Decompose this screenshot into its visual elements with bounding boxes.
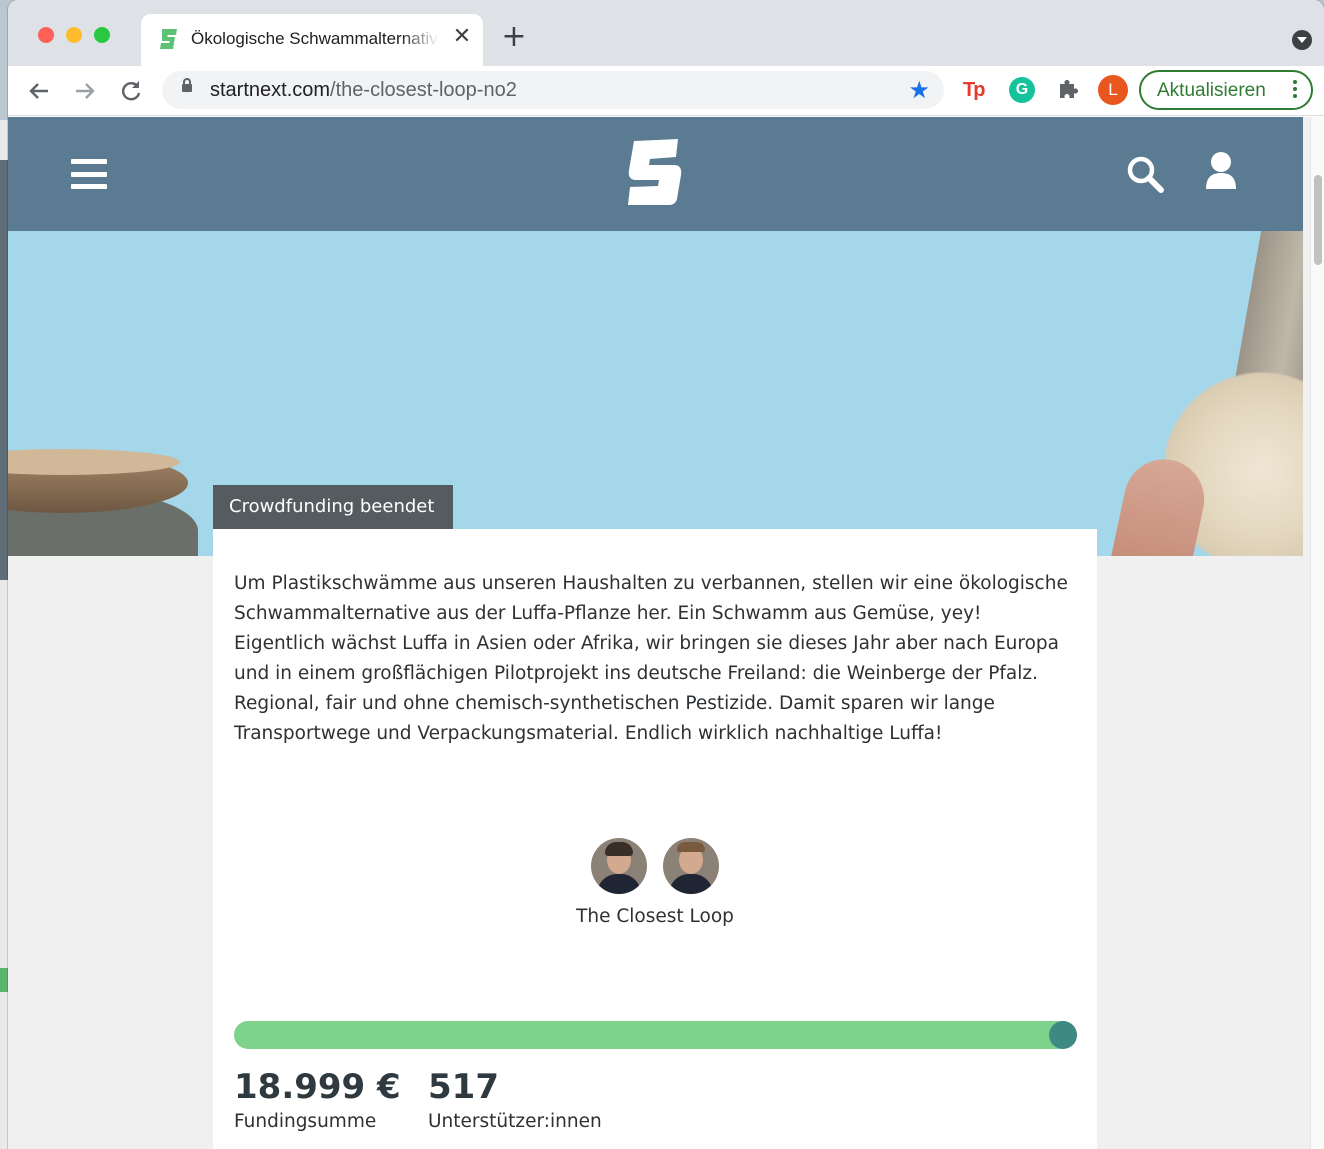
supporters-label: Unterstützer:innen xyxy=(428,1111,602,1132)
progress-fill xyxy=(234,1021,1077,1049)
user-account-icon[interactable] xyxy=(1204,151,1238,189)
bookmark-star-icon[interactable]: ★ xyxy=(908,76,930,104)
startnext-favicon-icon xyxy=(160,29,177,49)
url-host: startnext.com xyxy=(210,79,331,101)
close-window-button[interactable] xyxy=(38,27,54,43)
project-card: Um Plastikschwämme aus unseren Haushalte… xyxy=(213,529,1097,1149)
reload-icon[interactable] xyxy=(116,76,146,106)
funding-amount: 18.999 € xyxy=(234,1067,401,1107)
status-badge: Crowdfunding beendet xyxy=(213,485,453,529)
browser-toolbar: startnext.com/the-closest-loop-no2 ★ Tp … xyxy=(8,66,1324,116)
close-tab-icon[interactable]: ✕ xyxy=(450,25,474,49)
tab-title: Ökologische Schwammalternative xyxy=(191,29,439,48)
minimize-window-button[interactable] xyxy=(66,27,82,43)
progress-knob xyxy=(1049,1021,1077,1049)
grammarly-extension-icon[interactable]: G xyxy=(1009,77,1035,103)
supporters-count: 517 xyxy=(428,1067,499,1107)
creator-avatar[interactable] xyxy=(591,838,647,894)
url-text[interactable]: startnext.com/the-closest-loop-no2 xyxy=(210,79,517,102)
site-header xyxy=(8,117,1303,231)
startnext-logo[interactable] xyxy=(626,139,682,205)
browser-window: Ökologische Schwammalternative ✕ + start… xyxy=(8,0,1324,1149)
description-line: Regional, fair und ohne chemisch-synthet… xyxy=(234,693,995,714)
url-path: /the-closest-loop-no2 xyxy=(330,79,517,101)
description-line: Schwammalternative aus der Luffa-Pflanze… xyxy=(234,603,982,624)
page-viewport: Crowdfunding beendet Um Plastikschwämme … xyxy=(8,117,1324,1149)
description-line: und in einem großflächigen Pilotprojekt … xyxy=(234,663,1038,684)
project-description: Um Plastikschwämme aus unseren Haushalte… xyxy=(234,569,1084,749)
supporters-stat: 517 Unterstützer:innen xyxy=(428,1067,602,1132)
new-tab-button[interactable]: + xyxy=(500,22,528,52)
funding-progress-bar xyxy=(234,1021,1077,1049)
lock-icon[interactable] xyxy=(182,78,192,92)
description-line: Um Plastikschwämme aus unseren Haushalte… xyxy=(234,573,1068,594)
more-vert-icon xyxy=(1293,80,1297,100)
back-arrow-icon[interactable] xyxy=(24,76,54,106)
description-line: Eigentlich wächst Luffa in Asien oder Af… xyxy=(234,633,1059,654)
hero-image xyxy=(8,231,1303,556)
creator-name[interactable]: The Closest Loop xyxy=(213,906,1097,927)
tab-active[interactable]: Ökologische Schwammalternative ✕ xyxy=(141,14,483,66)
search-icon[interactable] xyxy=(1126,155,1164,193)
funding-stat: 18.999 € Fundingsumme xyxy=(234,1067,401,1132)
address-bar[interactable]: startnext.com/the-closest-loop-no2 ★ xyxy=(162,71,944,109)
extensions-puzzle-icon[interactable] xyxy=(1055,77,1081,103)
page-scrollbar[interactable] xyxy=(1310,117,1324,1149)
funding-label: Fundingsumme xyxy=(234,1111,377,1132)
tab-search-icon[interactable] xyxy=(1292,30,1312,50)
scrollbar-thumb[interactable] xyxy=(1314,175,1322,265)
hamburger-menu-icon[interactable] xyxy=(71,159,107,189)
description-line: Transportwege und Verpackungsmaterial. E… xyxy=(234,723,943,744)
update-button-label: Aktualisieren xyxy=(1157,80,1266,101)
creator-avatar[interactable] xyxy=(663,838,719,894)
forward-arrow-icon[interactable] xyxy=(70,76,100,106)
profile-avatar[interactable]: L xyxy=(1098,75,1128,105)
tp-extension-icon[interactable]: Tp xyxy=(963,77,989,103)
update-button[interactable]: Aktualisieren xyxy=(1139,70,1313,110)
tab-strip: Ökologische Schwammalternative ✕ + xyxy=(8,0,1324,66)
background-window-accent xyxy=(0,968,8,992)
zoom-window-button[interactable] xyxy=(94,27,110,43)
